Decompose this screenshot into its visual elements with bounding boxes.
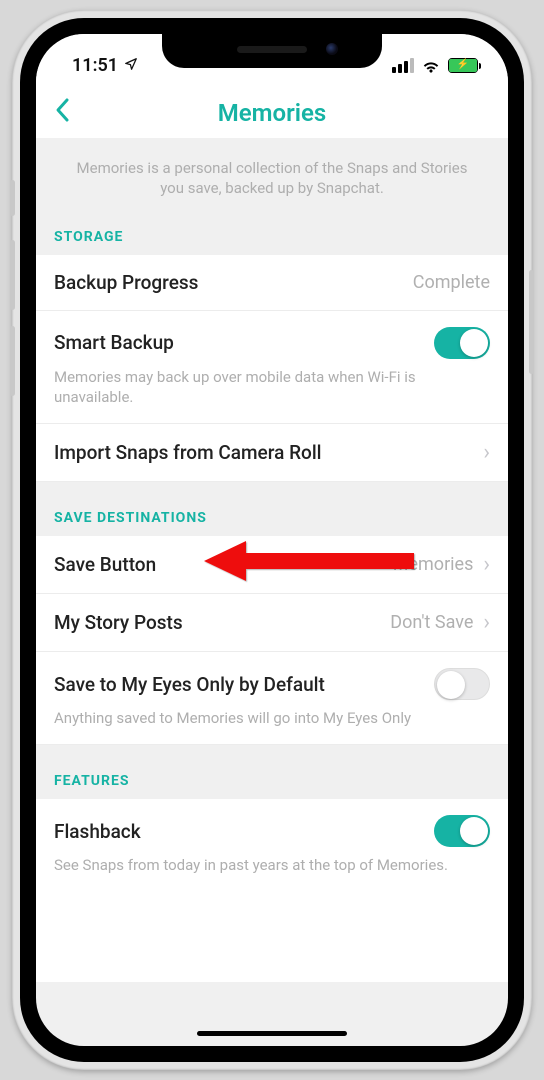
row-flashback: Flashback See Snaps from today in past y… [36, 799, 508, 891]
section-header-save-destinations: SAVE DESTINATIONS [36, 482, 508, 536]
cell-signal-icon [392, 58, 414, 73]
page-title: Memories [218, 99, 326, 127]
smart-backup-label: Smart Backup [54, 331, 174, 354]
wifi-icon [421, 58, 441, 73]
eyes-only-toggle[interactable] [434, 668, 490, 700]
eyes-only-sub: Anything saved to Memories will go into … [54, 700, 490, 728]
notch [162, 34, 382, 68]
chevron-right-icon: › [483, 552, 490, 577]
row-eyes-only: Save to My Eyes Only by Default Anything… [36, 652, 508, 745]
chevron-right-icon: › [483, 610, 490, 635]
row-smart-backup: Smart Backup Memories may back up over m… [36, 311, 508, 425]
row-save-button[interactable]: Save Button Memories › [36, 536, 508, 594]
smart-backup-toggle[interactable] [434, 327, 490, 359]
volume-up-button [10, 240, 15, 310]
back-button[interactable] [54, 97, 70, 129]
my-story-posts-value: Don't Save [390, 612, 473, 633]
section-header-storage: STORAGE [36, 217, 508, 255]
status-time: 11:51 [72, 55, 118, 76]
row-backup-progress[interactable]: Backup Progress Complete [36, 255, 508, 311]
eyes-only-label: Save to My Eyes Only by Default [54, 673, 325, 696]
screen: 11:51 ⚡ [36, 34, 508, 1046]
battery-charging-icon: ⚡ [448, 58, 478, 73]
section-header-features: FEATURES [36, 745, 508, 799]
home-indicator[interactable] [197, 1031, 347, 1036]
smart-backup-sub: Memories may back up over mobile data wh… [54, 359, 490, 408]
flashback-sub: See Snaps from today in past years at th… [54, 847, 490, 875]
row-my-story-posts[interactable]: My Story Posts Don't Save › [36, 594, 508, 652]
location-icon [124, 55, 138, 76]
volume-down-button [10, 326, 15, 396]
backup-progress-label: Backup Progress [54, 271, 198, 294]
flashback-toggle[interactable] [434, 815, 490, 847]
intro-text: Memories is a personal collection of the… [36, 138, 508, 217]
mute-switch [10, 180, 15, 216]
import-snaps-label: Import Snaps from Camera Roll [54, 441, 322, 464]
backup-progress-value: Complete [413, 272, 490, 293]
save-button-value: Memories [393, 554, 474, 575]
chevron-right-icon: › [483, 440, 490, 465]
save-button-label: Save Button [54, 553, 156, 576]
row-import-snaps[interactable]: Import Snaps from Camera Roll › [36, 424, 508, 482]
phone-frame: 11:51 ⚡ [12, 10, 532, 1070]
nav-header: Memories [36, 88, 508, 138]
flashback-label: Flashback [54, 820, 141, 843]
my-story-posts-label: My Story Posts [54, 611, 183, 634]
power-button [529, 270, 534, 374]
